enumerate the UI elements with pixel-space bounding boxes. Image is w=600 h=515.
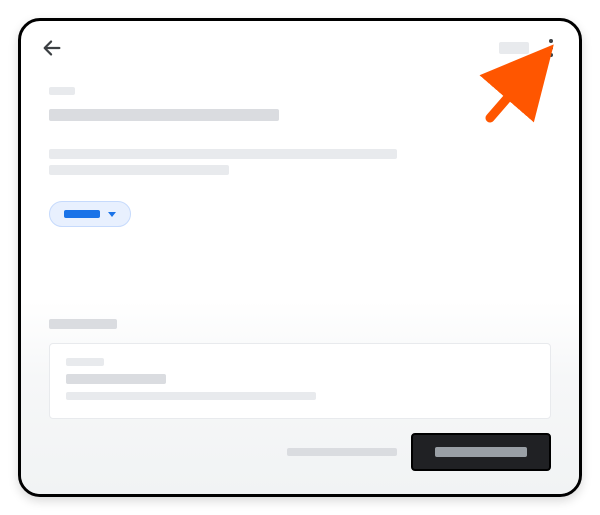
- info-card: [49, 343, 551, 419]
- description-line-2: [49, 165, 229, 175]
- small-label: [49, 87, 75, 95]
- app-frame: Back More options: [18, 18, 582, 497]
- footer-actions: [49, 433, 551, 471]
- header-action-pill[interactable]: [499, 42, 529, 54]
- primary-button-label: [435, 447, 527, 457]
- section-label: [49, 319, 117, 329]
- back-arrow-icon[interactable]: Back: [41, 37, 63, 59]
- description-line-1: [49, 149, 397, 159]
- header-bar: Back More options: [21, 21, 579, 69]
- filter-dropdown[interactable]: [49, 201, 131, 227]
- card-description: [66, 392, 316, 400]
- page-title: [49, 109, 279, 121]
- dropdown-selected-value: [64, 210, 100, 218]
- kebab-menu-icon[interactable]: More options: [543, 36, 559, 60]
- card-label: [66, 358, 104, 366]
- main-content: [21, 87, 579, 227]
- primary-button[interactable]: [411, 433, 551, 471]
- card-title: [66, 374, 166, 384]
- secondary-action[interactable]: [287, 448, 397, 456]
- lower-section: [21, 301, 579, 494]
- chevron-down-icon: [108, 212, 116, 217]
